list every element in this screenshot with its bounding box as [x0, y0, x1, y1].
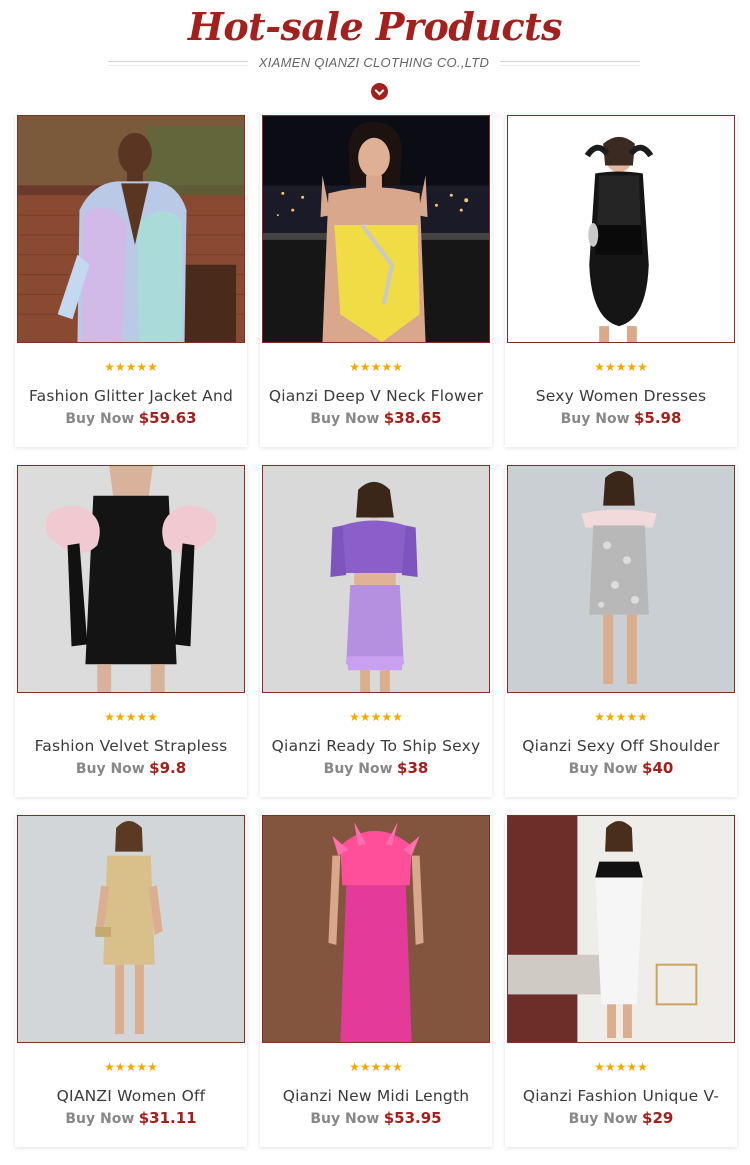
product-price: $31.11 — [138, 1109, 197, 1127]
buy-now-label[interactable]: Buy Now — [65, 1111, 134, 1127]
product-price: $38 — [397, 759, 429, 777]
buy-now-label[interactable]: Buy Now — [76, 761, 145, 777]
price-row: Buy Now $5.98 — [505, 409, 737, 427]
price-row: Buy Now $38.65 — [260, 409, 492, 427]
product-name[interactable]: Qianzi Ready To Ship Sexy — [260, 737, 492, 755]
product-card[interactable]: ★★★★★ Qianzi New Midi Length Buy Now $53… — [260, 815, 492, 1147]
price-row: Buy Now $31.11 — [15, 1109, 247, 1127]
product-name[interactable]: Qianzi New Midi Length — [260, 1087, 492, 1105]
product-price: $53.95 — [383, 1109, 442, 1127]
product-card[interactable]: ★★★★★ Qianzi Sexy Off Shoulder Buy Now $… — [505, 465, 737, 797]
product-name[interactable]: Fashion Velvet Strapless — [15, 737, 247, 755]
product-price: $40 — [642, 759, 674, 777]
rating-stars: ★★★★★ — [349, 1060, 403, 1074]
product-name[interactable]: Qianzi Fashion Unique V- — [505, 1087, 737, 1105]
product-image[interactable] — [17, 115, 245, 343]
rating-stars: ★★★★★ — [104, 1060, 158, 1074]
product-image[interactable] — [507, 115, 735, 343]
price-row: Buy Now $53.95 — [260, 1109, 492, 1127]
product-card[interactable]: ★★★★★ Fashion Glitter Jacket And Buy Now… — [15, 115, 247, 447]
product-price: $29 — [642, 1109, 674, 1127]
product-image[interactable] — [17, 465, 245, 693]
price-row: Buy Now $38 — [260, 759, 492, 777]
product-name[interactable]: Qianzi Sexy Off Shoulder — [505, 737, 737, 755]
rating-stars: ★★★★★ — [349, 360, 403, 374]
product-name[interactable]: Fashion Glitter Jacket And — [15, 387, 247, 405]
rating-stars: ★★★★★ — [594, 710, 648, 724]
product-image[interactable] — [262, 815, 490, 1043]
product-grid: ★★★★★ Fashion Glitter Jacket And Buy Now… — [0, 0, 750, 1165]
product-card[interactable]: ★★★★★ Fashion Velvet Strapless Buy Now $… — [15, 465, 247, 797]
product-card[interactable]: ★★★★★ Qianzi Deep V Neck Flower Buy Now … — [260, 115, 492, 447]
product-name[interactable]: QIANZI Women Off — [15, 1087, 247, 1105]
rating-stars: ★★★★★ — [349, 710, 403, 724]
buy-now-label[interactable]: Buy Now — [569, 1111, 638, 1127]
buy-now-label[interactable]: Buy Now — [65, 411, 134, 427]
product-card[interactable]: ★★★★★ Qianzi Ready To Ship Sexy Buy Now … — [260, 465, 492, 797]
buy-now-label[interactable]: Buy Now — [310, 411, 379, 427]
product-price: $38.65 — [383, 409, 442, 427]
product-price: $9.8 — [149, 759, 187, 777]
product-image[interactable] — [17, 815, 245, 1043]
price-row: Buy Now $40 — [505, 759, 737, 777]
product-image[interactable] — [262, 115, 490, 343]
product-image[interactable] — [507, 465, 735, 693]
price-row: Buy Now $29 — [505, 1109, 737, 1127]
rating-stars: ★★★★★ — [594, 360, 648, 374]
buy-now-label[interactable]: Buy Now — [310, 1111, 379, 1127]
product-price: $59.63 — [138, 409, 197, 427]
product-card[interactable]: ★★★★★ Sexy Women Dresses Buy Now $5.98 — [505, 115, 737, 447]
product-card[interactable]: ★★★★★ Qianzi Fashion Unique V- Buy Now $… — [505, 815, 737, 1147]
buy-now-label[interactable]: Buy Now — [569, 761, 638, 777]
buy-now-label[interactable]: Buy Now — [561, 411, 630, 427]
price-row: Buy Now $59.63 — [15, 409, 247, 427]
product-image[interactable] — [262, 465, 490, 693]
rating-stars: ★★★★★ — [594, 1060, 648, 1074]
buy-now-label[interactable]: Buy Now — [324, 761, 393, 777]
product-price: $5.98 — [633, 409, 682, 427]
product-card[interactable]: ★★★★★ QIANZI Women Off Buy Now $31.11 — [15, 815, 247, 1147]
rating-stars: ★★★★★ — [104, 360, 158, 374]
product-image[interactable] — [507, 815, 735, 1043]
product-name[interactable]: Sexy Women Dresses — [505, 387, 737, 405]
product-name[interactable]: Qianzi Deep V Neck Flower — [260, 387, 492, 405]
price-row: Buy Now $9.8 — [15, 759, 247, 777]
rating-stars: ★★★★★ — [104, 710, 158, 724]
